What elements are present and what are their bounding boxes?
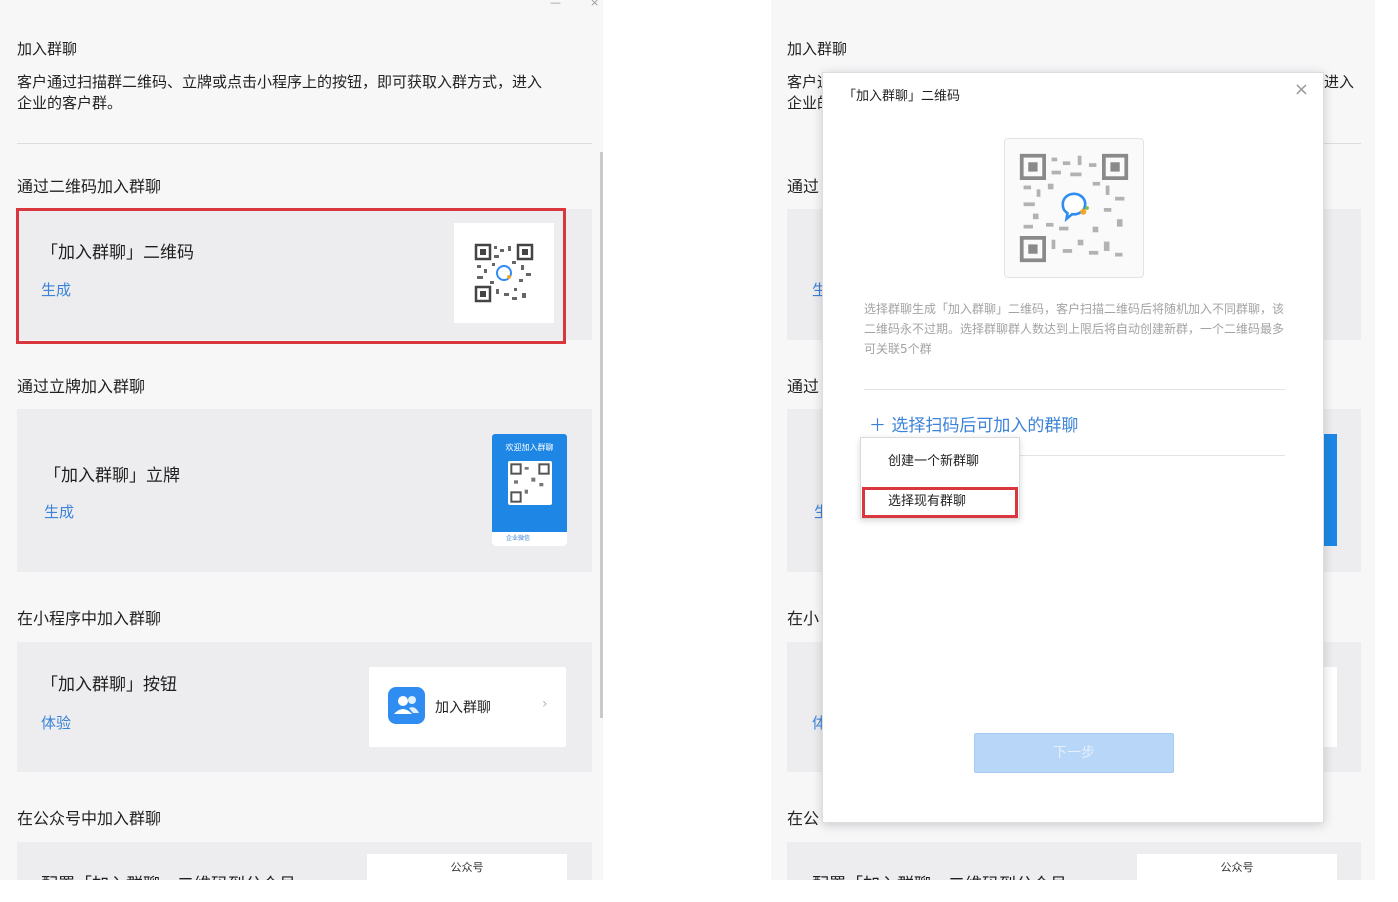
- page-description-line1: 客户通过扫描群二维码、立牌或点击小程序上的按钮，即可获取入群方式，进入: [17, 73, 543, 91]
- close-icon[interactable]: ×: [1294, 79, 1309, 100]
- miniprogram-section-title: 在小程序中加入群聊: [17, 609, 162, 628]
- official-account-card: 配置「加入群聊」二维码到公众号 公众号: [17, 842, 592, 880]
- section-title-fragment: 通过: [787, 377, 820, 396]
- stand-card: 「加入群聊」立牌 生成 欢迎加入群聊 企业微信: [17, 409, 592, 572]
- qrcode-section-title: 通过二维码加入群聊: [17, 177, 162, 196]
- official-account-tag: 公众号: [367, 854, 567, 880]
- miniprogram-card-title: 「加入群聊」按钮: [41, 675, 177, 695]
- next-step-button[interactable]: 下一步: [974, 733, 1174, 773]
- join-group-button-preview: 加入群聊 ›: [369, 667, 566, 747]
- bottom-fade: [771, 880, 1375, 895]
- page-description-line2: 企业的客户群。: [17, 94, 123, 112]
- official-account-tag: 公众号: [1137, 854, 1337, 880]
- section-title-fragment: 在小: [787, 609, 820, 628]
- qr-code-icon: [510, 463, 550, 503]
- page-heading: 加入群聊: [787, 40, 848, 58]
- qrcode-card-right: [1324, 209, 1361, 340]
- minimize-icon[interactable]: —: [550, 0, 561, 9]
- qr-code-icon: [1019, 153, 1129, 263]
- official-account-card-title: 配置「加入群聊」二维码到公众号: [812, 870, 1067, 880]
- close-icon[interactable]: ×: [590, 0, 599, 9]
- modal-description: 选择群聊生成「加入群聊」二维码，客户扫描二维码后将随机加入不同群聊，该二维码永不…: [864, 302, 1285, 356]
- page-heading: 加入群聊: [17, 40, 78, 58]
- miniprogram-try-link[interactable]: 体验: [41, 712, 71, 733]
- divider: [864, 389, 1285, 390]
- stand-card-title: 「加入群聊」立牌: [44, 466, 180, 486]
- stand-card-right: [1324, 409, 1361, 572]
- join-group-button-label: 加入群聊: [435, 700, 491, 716]
- chevron-right-icon: ›: [542, 696, 548, 712]
- stand-card: 「 生: [787, 409, 831, 572]
- poster-title: 欢迎加入群聊: [505, 443, 554, 452]
- modal-title: 「加入群聊」二维码: [843, 89, 961, 104]
- stand-generate-link[interactable]: 生成: [44, 501, 74, 522]
- highlight-box: [16, 208, 566, 344]
- group-option-dropdown: 创建一个新群聊 选择现有群聊: [860, 437, 1020, 519]
- section-title-fragment: 在公: [787, 809, 820, 828]
- modal-qrcode-preview: [1004, 138, 1144, 278]
- scrollbar[interactable]: [600, 152, 603, 718]
- official-account-card: 配置「加入群聊」二维码到公众号 公众号: [787, 842, 1361, 880]
- section-title-fragment: 通过: [787, 177, 820, 196]
- stand-section-title: 通过立牌加入群聊: [17, 377, 146, 396]
- stand-poster-thumbnail: 欢迎加入群聊 企业微信: [492, 434, 567, 546]
- left-settings-panel: — × 加入群聊 客户通过扫描群二维码、立牌或点击小程序上的按钮，即可获取入群方…: [0, 0, 603, 902]
- group-users-icon: [388, 687, 425, 724]
- highlight-box: [862, 487, 1018, 518]
- divider: [1324, 143, 1361, 144]
- miniprogram-card-right: [1324, 642, 1361, 772]
- button-preview-edge: [1324, 667, 1337, 747]
- poster-footer: 企业微信: [492, 532, 567, 546]
- stand-poster-edge: [1324, 434, 1337, 546]
- description-fragment: 进入: [1324, 73, 1355, 91]
- poster-qr: [508, 461, 552, 505]
- bottom-fade: [0, 880, 603, 902]
- create-new-group-option[interactable]: 创建一个新群聊: [888, 450, 979, 469]
- qrcode-modal: 「加入群聊」二维码 × 选择群聊生成「加入群聊」二维码，客户扫描二维码后将随机加…: [822, 72, 1324, 823]
- official-account-card-title: 配置「加入群聊」二维码到公众号: [41, 870, 296, 880]
- miniprogram-card: 「 体: [787, 642, 829, 772]
- qrcode-card: 「 生: [787, 209, 829, 340]
- divider: [17, 143, 592, 144]
- official-account-section-title: 在公众号中加入群聊: [17, 809, 162, 828]
- miniprogram-card: 「加入群聊」按钮 体验 加入群聊 ›: [17, 642, 592, 772]
- select-group-link[interactable]: ＋ 选择扫码后可加入的群聊: [869, 411, 1078, 436]
